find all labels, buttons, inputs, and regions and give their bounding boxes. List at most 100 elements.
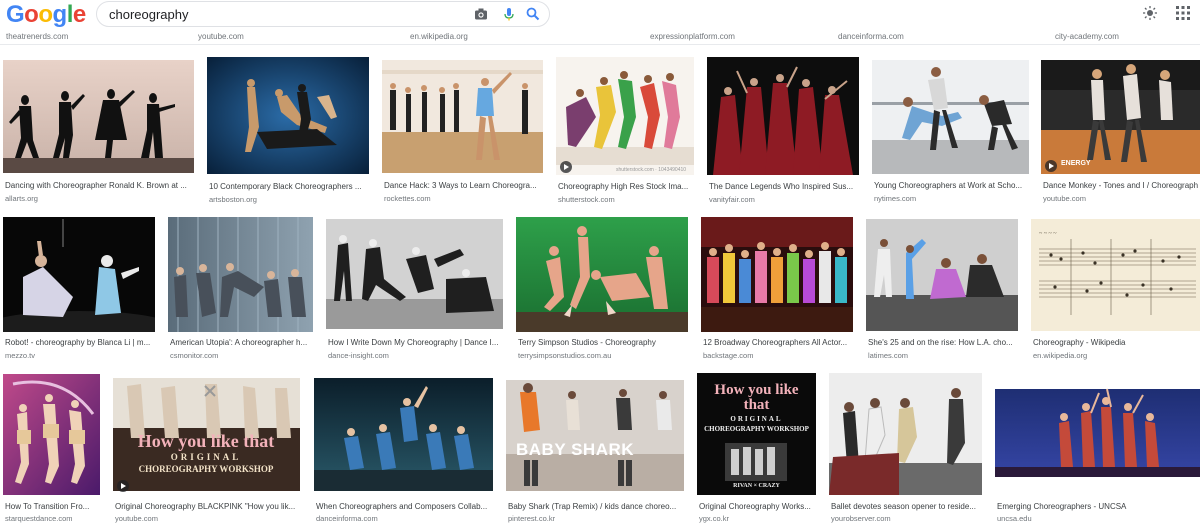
- result-source[interactable]: expressionplatform.com: [650, 32, 735, 41]
- result-thumbnail[interactable]: [314, 378, 493, 491]
- result-caption[interactable]: Dancing with Choreographer Ronald K. Bro…: [5, 181, 192, 190]
- result-source[interactable]: youtube.com: [198, 32, 244, 41]
- result-thumbnail[interactable]: [516, 217, 688, 332]
- image-result[interactable]: How you like that ORIGINAL CHOREOGRAPHY …: [113, 378, 300, 523]
- result-source[interactable]: terrysimpsonstudios.com.au: [518, 351, 686, 360]
- result-thumbnail[interactable]: [829, 373, 982, 495]
- result-caption[interactable]: Young Choreographers at Work at Scho...: [874, 181, 1027, 190]
- result-source[interactable]: pinterest.co.kr: [508, 514, 682, 523]
- result-source[interactable]: mezzo.tv: [5, 351, 153, 360]
- result-thumbnail[interactable]: [168, 217, 313, 332]
- result-source[interactable]: vanityfair.com: [709, 195, 857, 204]
- result-caption[interactable]: How I Write Down My Choreography | Dance…: [328, 338, 501, 347]
- google-logo[interactable]: Google: [6, 1, 86, 29]
- image-result[interactable]: ENERGY Dance Monkey - Tones and I / Chor…: [1041, 60, 1200, 210]
- result-thumbnail[interactable]: [207, 57, 369, 174]
- camera-icon[interactable]: [473, 6, 489, 22]
- result-source[interactable]: youtube.com: [1043, 194, 1200, 203]
- result-thumbnail[interactable]: [506, 380, 684, 491]
- image-result[interactable]: Young Choreographers at Work at Scho... …: [872, 60, 1029, 210]
- result-thumbnail[interactable]: [3, 374, 100, 495]
- result-caption[interactable]: Original Choreography Works...: [699, 502, 814, 511]
- result-thumbnail[interactable]: [995, 373, 1200, 495]
- watermark: shutterstock.com · 1043490410: [616, 167, 687, 173]
- result-source[interactable]: ygx.co.kr: [699, 514, 814, 523]
- result-source[interactable]: city-academy.com: [1055, 32, 1119, 41]
- result-thumbnail[interactable]: [382, 60, 543, 173]
- video-badge-icon: [560, 161, 572, 173]
- result-source[interactable]: allarts.org: [5, 194, 192, 203]
- result-caption[interactable]: Ballet devotes season opener to reside..…: [831, 502, 980, 511]
- result-source[interactable]: en.wikipedia.org: [1033, 351, 1198, 360]
- mic-icon[interactable]: [501, 6, 517, 22]
- result-caption[interactable]: Dance Hack: 3 Ways to Learn Choreogra...: [384, 181, 541, 190]
- result-source[interactable]: uncsa.edu: [997, 514, 1198, 523]
- result-source[interactable]: backstage.com: [703, 351, 851, 360]
- image-result[interactable]: Dance Hack: 3 Ways to Learn Choreogra...…: [382, 60, 543, 210]
- image-result[interactable]: How To Transition Fro... starquestdance.…: [3, 374, 100, 523]
- apps-icon[interactable]: [1175, 5, 1191, 21]
- result-source[interactable]: csmonitor.com: [170, 351, 311, 360]
- result-source[interactable]: rockettes.com: [384, 194, 541, 203]
- result-caption[interactable]: Dance Monkey - Tones and I / Choreograph: [1043, 181, 1200, 190]
- thumbnail-overlay-text: CHOREOGRAPHY WORKSHOP: [704, 425, 809, 433]
- search-input[interactable]: choreography: [109, 7, 189, 22]
- result-thumbnail[interactable]: [872, 60, 1029, 174]
- result-thumbnail[interactable]: [3, 217, 155, 332]
- image-result[interactable]: How you like that ORIGINAL CHOREOGRAPHY …: [697, 373, 816, 523]
- image-result[interactable]: Terry Simpson Studios - Choreography ter…: [516, 217, 688, 362]
- image-result[interactable]: She's 25 and on the rise: How L.A. cho..…: [866, 219, 1018, 362]
- result-caption[interactable]: 10 Contemporary Black Choreographers ...: [209, 182, 367, 191]
- result-caption[interactable]: Baby Shark (Trap Remix) / kids dance cho…: [508, 502, 682, 511]
- result-caption[interactable]: American Utopia': A choreographer h...: [170, 338, 311, 347]
- brightness-icon[interactable]: [1142, 5, 1158, 21]
- result-source[interactable]: en.wikipedia.org: [410, 32, 468, 41]
- image-result[interactable]: American Utopia': A choreographer h... c…: [168, 217, 313, 362]
- image-result[interactable]: 10 Contemporary Black Choreographers ...…: [207, 57, 369, 210]
- result-source[interactable]: shutterstock.com: [558, 195, 692, 204]
- result-caption[interactable]: Robot! - choreography by Blanca Li | m..…: [5, 338, 153, 347]
- logo-letter: o: [24, 1, 39, 28]
- search-icon[interactable]: [525, 6, 541, 22]
- result-source[interactable]: youtube.com: [115, 514, 298, 523]
- image-result[interactable]: BABY SHARK Baby Shark (Trap Remix) / kid…: [506, 380, 684, 523]
- image-result[interactable]: Robot! - choreography by Blanca Li | m..…: [3, 217, 155, 362]
- result-caption[interactable]: How To Transition Fro...: [5, 502, 98, 511]
- result-caption[interactable]: Choreography High Res Stock Ima...: [558, 182, 692, 191]
- result-caption[interactable]: Terry Simpson Studios - Choreography: [518, 338, 686, 347]
- result-source[interactable]: dance-insight.com: [328, 351, 501, 360]
- image-result[interactable]: Emerging Choreographers - UNCSA uncsa.ed…: [995, 373, 1200, 523]
- result-caption[interactable]: She's 25 and on the rise: How L.A. cho..…: [868, 338, 1016, 347]
- result-caption[interactable]: Emerging Choreographers - UNCSA: [997, 502, 1198, 511]
- search-box[interactable]: choreography: [96, 1, 550, 27]
- result-thumbnail[interactable]: [326, 219, 503, 329]
- result-source[interactable]: yourobserver.com: [831, 514, 980, 523]
- result-source[interactable]: danceinforma.com: [838, 32, 904, 41]
- image-result[interactable]: Dancing with Choreographer Ronald K. Bro…: [3, 60, 194, 210]
- result-source[interactable]: danceinforma.com: [316, 514, 491, 523]
- result-caption[interactable]: 12 Broadway Choreographers All Actor...: [703, 338, 851, 347]
- result-caption[interactable]: Choreography - Wikipedia: [1033, 338, 1198, 347]
- image-result[interactable]: The Dance Legends Who Inspired Sus... va…: [707, 57, 859, 210]
- image-result[interactable]: shutterstock.com · 1043490410 Choreograp…: [556, 57, 694, 210]
- result-source[interactable]: theatrenerds.com: [6, 32, 68, 41]
- result-thumbnail[interactable]: [3, 60, 194, 173]
- result-thumbnail[interactable]: [556, 57, 694, 175]
- result-thumbnail[interactable]: [701, 217, 853, 332]
- result-source[interactable]: nytimes.com: [874, 194, 1027, 203]
- image-result[interactable]: Ballet devotes season opener to reside..…: [829, 373, 982, 523]
- result-caption[interactable]: When Choreographers and Composers Collab…: [316, 502, 491, 511]
- result-caption[interactable]: Original Choreography BLACKPINK "How you…: [115, 502, 298, 511]
- image-result[interactable]: ~ ~ ~ ~ Choreography - Wikipedia en.wiki…: [1031, 219, 1200, 362]
- result-thumbnail[interactable]: [866, 219, 1018, 331]
- image-result[interactable]: 12 Broadway Choreographers All Actor... …: [701, 217, 853, 362]
- result-source[interactable]: starquestdance.com: [5, 514, 98, 523]
- image-result[interactable]: How I Write Down My Choreography | Dance…: [326, 219, 503, 362]
- result-caption[interactable]: The Dance Legends Who Inspired Sus...: [709, 182, 857, 191]
- image-result[interactable]: When Choreographers and Composers Collab…: [314, 378, 493, 523]
- result-source[interactable]: latimes.com: [868, 351, 1016, 360]
- result-thumbnail[interactable]: [707, 57, 859, 175]
- result-thumbnail[interactable]: [1041, 60, 1200, 174]
- result-thumbnail[interactable]: ~ ~ ~ ~: [1031, 219, 1200, 331]
- result-source[interactable]: artsboston.org: [209, 195, 367, 204]
